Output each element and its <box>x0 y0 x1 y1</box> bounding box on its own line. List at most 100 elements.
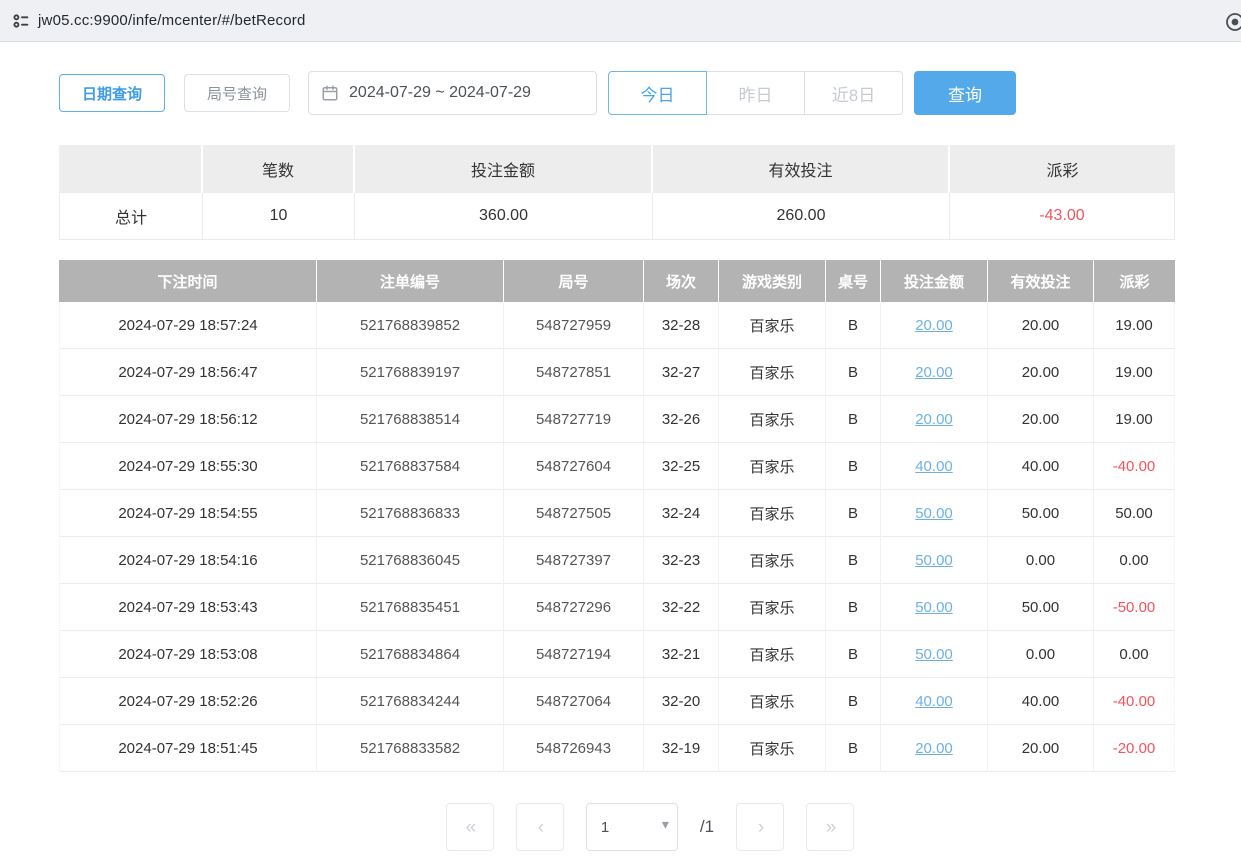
cell-bet-amount: 40.00 <box>881 443 988 490</box>
cell-game-type: 百家乐 <box>719 678 826 725</box>
bet-amount-link[interactable]: 50.00 <box>915 552 953 569</box>
cell-bet-id: 521768838514 <box>317 396 504 443</box>
today-button[interactable]: 今日 <box>608 71 707 115</box>
date-query-tab[interactable]: 日期查询 <box>59 74 165 112</box>
address-bar[interactable]: jw05.cc:9900/infe/mcenter/#/betRecord <box>0 0 1241 42</box>
bet-amount-link[interactable]: 20.00 <box>915 364 953 381</box>
summary-total-label: 总计 <box>59 193 203 240</box>
cell-session: 32-21 <box>644 631 719 678</box>
cell-bet-time: 2024-07-29 18:57:24 <box>59 302 317 349</box>
cell-bet-amount: 50.00 <box>881 490 988 537</box>
cell-bet-id: 521768839852 <box>317 302 504 349</box>
cell-game-type: 百家乐 <box>719 584 826 631</box>
cell-session: 32-22 <box>644 584 719 631</box>
quick-range-group: 今日 昨日 近8日 <box>608 71 903 115</box>
cell-game-type: 百家乐 <box>719 443 826 490</box>
last-page-button[interactable]: » <box>806 803 854 851</box>
search-button[interactable]: 查询 <box>914 71 1016 115</box>
table-row: 2024-07-29 18:56:12 521768838514 5487277… <box>59 396 1175 443</box>
cell-table-no: B <box>826 443 881 490</box>
date-range-picker[interactable]: 2024-07-29 ~ 2024-07-29 <box>308 71 597 115</box>
bet-amount-link[interactable]: 20.00 <box>915 411 953 428</box>
cell-valid-bet: 40.00 <box>988 443 1094 490</box>
cell-payout: 0.00 <box>1094 631 1175 678</box>
cell-table-no: B <box>826 537 881 584</box>
bet-amount-link[interactable]: 20.00 <box>915 317 953 334</box>
table-row: 2024-07-29 18:56:47 521768839197 5487278… <box>59 349 1175 396</box>
cell-round-id: 548726943 <box>504 725 644 772</box>
cell-table-no: B <box>826 490 881 537</box>
cell-bet-time: 2024-07-29 18:53:43 <box>59 584 317 631</box>
summary-total-count: 10 <box>203 193 355 240</box>
page-select[interactable]: 1 ▾ <box>586 803 678 851</box>
cell-bet-time: 2024-07-29 18:52:26 <box>59 678 317 725</box>
cell-bet-amount: 20.00 <box>881 302 988 349</box>
cell-payout: 19.00 <box>1094 349 1175 396</box>
bet-record-page: 日期查询 局号查询 2024-07-29 ~ 2024-07-29 今日 昨日 … <box>0 71 1241 851</box>
cell-valid-bet: 50.00 <box>988 584 1094 631</box>
cell-round-id: 548727064 <box>504 678 644 725</box>
cell-table-no: B <box>826 678 881 725</box>
cell-bet-amount: 20.00 <box>881 725 988 772</box>
bet-amount-link[interactable]: 50.00 <box>915 646 953 663</box>
cell-round-id: 548727604 <box>504 443 644 490</box>
cell-bet-id: 521768839197 <box>317 349 504 396</box>
cell-game-type: 百家乐 <box>719 631 826 678</box>
cell-valid-bet: 0.00 <box>988 537 1094 584</box>
bet-amount-link[interactable]: 50.00 <box>915 505 953 522</box>
cell-bet-time: 2024-07-29 18:51:45 <box>59 725 317 772</box>
view-icon[interactable] <box>1223 10 1241 34</box>
total-pages-label: /1 <box>700 817 714 837</box>
cell-session: 32-20 <box>644 678 719 725</box>
cell-game-type: 百家乐 <box>719 537 826 584</box>
cell-payout: -40.00 <box>1094 443 1175 490</box>
summary-header-bet-amount: 投注金额 <box>355 145 653 193</box>
first-page-button[interactable]: « <box>446 803 494 851</box>
cell-valid-bet: 20.00 <box>988 725 1094 772</box>
cell-bet-id: 521768834244 <box>317 678 504 725</box>
cell-round-id: 548727296 <box>504 584 644 631</box>
bet-amount-link[interactable]: 40.00 <box>915 693 953 710</box>
cell-valid-bet: 20.00 <box>988 302 1094 349</box>
cell-bet-amount: 50.00 <box>881 631 988 678</box>
cell-payout: -20.00 <box>1094 725 1175 772</box>
cell-table-no: B <box>826 302 881 349</box>
prev-page-button[interactable]: ‹ <box>516 803 564 851</box>
cell-session: 32-26 <box>644 396 719 443</box>
cell-game-type: 百家乐 <box>719 349 826 396</box>
round-query-tab[interactable]: 局号查询 <box>184 74 290 112</box>
header-valid-bet: 有效投注 <box>988 260 1094 302</box>
cell-session: 32-19 <box>644 725 719 772</box>
header-game-type: 游戏类别 <box>719 260 826 302</box>
summary-total-bet-amount: 360.00 <box>355 193 653 240</box>
cell-bet-amount: 20.00 <box>881 396 988 443</box>
cell-bet-id: 521768835451 <box>317 584 504 631</box>
cell-session: 32-23 <box>644 537 719 584</box>
summary-header-empty <box>59 145 203 193</box>
bet-table-body: 2024-07-29 18:57:24 521768839852 5487279… <box>59 302 1175 772</box>
bet-amount-link[interactable]: 20.00 <box>915 740 953 757</box>
profile-list-icon <box>10 10 32 32</box>
cell-bet-id: 521768834864 <box>317 631 504 678</box>
yesterday-button[interactable]: 昨日 <box>706 71 805 115</box>
header-bet-time: 下注时间 <box>59 260 317 302</box>
bet-amount-link[interactable]: 40.00 <box>915 458 953 475</box>
summary-table: 笔数 投注金额 有效投注 派彩 总计 10 360.00 260.00 -43.… <box>59 145 1175 240</box>
summary-total-row: 总计 10 360.00 260.00 -43.00 <box>59 193 1175 240</box>
summary-header-count: 笔数 <box>203 145 355 193</box>
table-row: 2024-07-29 18:53:43 521768835451 5487272… <box>59 584 1175 631</box>
bet-record-table: 下注时间 注单编号 局号 场次 游戏类别 桌号 投注金额 有效投注 派彩 202… <box>59 260 1175 772</box>
cell-game-type: 百家乐 <box>719 396 826 443</box>
bet-table-header-row: 下注时间 注单编号 局号 场次 游戏类别 桌号 投注金额 有效投注 派彩 <box>59 260 1175 302</box>
cell-game-type: 百家乐 <box>719 490 826 537</box>
next-page-button[interactable]: › <box>736 803 784 851</box>
last-8-days-button[interactable]: 近8日 <box>804 71 903 115</box>
cell-table-no: B <box>826 725 881 772</box>
cell-bet-time: 2024-07-29 18:56:12 <box>59 396 317 443</box>
cell-table-no: B <box>826 396 881 443</box>
header-bet-amount: 投注金额 <box>881 260 988 302</box>
header-table-no: 桌号 <box>826 260 881 302</box>
summary-header-valid-bet: 有效投注 <box>653 145 950 193</box>
bet-amount-link[interactable]: 50.00 <box>915 599 953 616</box>
page-select-input[interactable]: 1 <box>586 803 678 851</box>
